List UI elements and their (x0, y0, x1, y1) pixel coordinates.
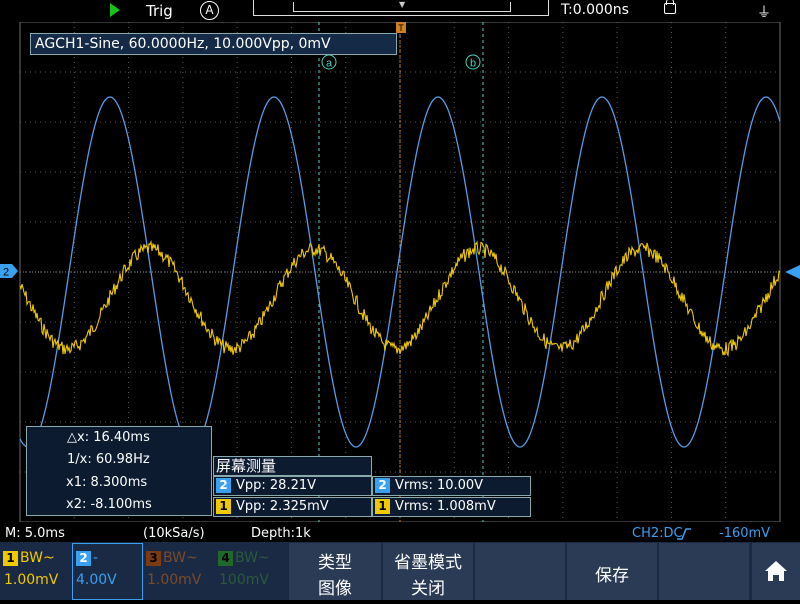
cursor-delta-x: △x: 16.40ms (67, 430, 150, 445)
trigger-source-readout[interactable]: CH2:DC (632, 526, 683, 541)
ch2-vpp-measure: 2 Vpp: 28.21V (213, 476, 372, 496)
trigger-mode-icon[interactable]: A (200, 1, 219, 20)
ch2-scale: 4.00V (76, 572, 117, 588)
ch4-coupling: BW~ (235, 550, 270, 566)
cursor-inverse-delta: 1/x: 60.98Hz (67, 452, 150, 467)
trigger-level-readout[interactable]: -160mV (719, 526, 770, 541)
ch3-coupling: BW~ (163, 550, 198, 566)
ch2-vrms-value: Vrms: 10.00V (395, 478, 484, 493)
trigger-marker-icon[interactable]: T (396, 22, 406, 33)
ch2-badge: 2 (375, 478, 390, 493)
channel-4-box[interactable]: 4 BW~ 100mV (216, 545, 286, 599)
ch1-badge: 1 (216, 499, 231, 514)
usb-icon: ⏚ (757, 5, 771, 21)
ch2-vpp-value: Vpp: 28.21V (236, 478, 317, 493)
cursor-b-marker-icon[interactable]: b (465, 54, 481, 70)
ch1-vpp-measure: 1 Vpp: 2.325mV (213, 497, 372, 517)
time-position-readout[interactable]: T:0.000ns (561, 2, 629, 18)
lock-icon[interactable] (664, 0, 676, 14)
ch1-vrms-value: Vrms: 1.008mV (395, 499, 496, 514)
ch3-scale: 1.00mV (147, 572, 202, 588)
channel-2-box[interactable]: 2- 4.00V (72, 543, 143, 600)
ink-saver-value: 关闭 (411, 579, 445, 599)
ch3-number: 3 (146, 550, 161, 566)
ch1-vrms-measure: 1 Vrms: 1.008mV (372, 497, 531, 517)
ch4-number: 4 (218, 550, 233, 566)
type-softkey[interactable]: 类型 图像 (289, 543, 381, 600)
home-button[interactable] (752, 543, 800, 600)
svg-text:T: T (398, 23, 404, 33)
ch2-coupling: - (93, 550, 99, 566)
empty-softkey-1[interactable] (475, 543, 565, 600)
timebase-readout[interactable]: M: 5.0ms (5, 526, 65, 541)
signal-generator-info: AGCH1-Sine, 60.0000Hz, 10.000Vpp, 0mV (30, 33, 397, 55)
sample-rate-readout: (10kSa/s) (143, 526, 205, 541)
trigger-label[interactable]: Trig (146, 2, 173, 20)
ch4-scale: 100mV (219, 572, 269, 588)
ch1-vpp-value: Vpp: 2.325mV (236, 499, 329, 514)
ch1-number: 1 (3, 550, 18, 566)
ink-saver-label: 省墨模式 (394, 553, 462, 573)
measure-panel-title: 屏幕测量 (213, 456, 372, 476)
channel-1-box[interactable]: 1 BW~ 1.00mV (1, 545, 71, 599)
memory-depth-readout[interactable]: Depth:1k (251, 526, 311, 541)
svg-text:2: 2 (3, 267, 9, 279)
rising-edge-icon (677, 528, 691, 540)
channel-3-box[interactable]: 3 BW~ 1.00mV (144, 545, 214, 599)
save-button-label: 保存 (595, 566, 629, 586)
ch2-number: 2 (76, 550, 91, 566)
type-softkey-label: 类型 (318, 553, 352, 573)
cursor-readout-panel: △x: 16.40ms 1/x: 60.98Hz x1: 8.300ms x2:… (26, 426, 212, 516)
play-icon[interactable] (110, 3, 120, 17)
trigger-level-marker-icon[interactable] (785, 265, 800, 279)
save-button[interactable]: 保存 (567, 543, 657, 600)
ch2-level-marker-icon[interactable]: 2 (0, 264, 18, 279)
cursor-a-marker-icon[interactable]: a (321, 54, 337, 70)
ch1-coupling: BW~ (20, 550, 55, 566)
ch2-vrms-measure: 2 Vrms: 10.00V (372, 476, 531, 496)
empty-softkey-2[interactable] (659, 543, 749, 600)
svg-text:a: a (326, 58, 333, 70)
home-icon (765, 561, 787, 581)
ink-saver-softkey[interactable]: 省墨模式 关闭 (383, 543, 473, 600)
type-softkey-value: 图像 (318, 579, 352, 599)
cursor-x2: x2: -8.100ms (66, 497, 152, 512)
ch1-scale: 1.00mV (4, 572, 59, 588)
cursor-x1: x1: 8.300ms (66, 475, 148, 490)
ch1-badge: 1 (375, 499, 390, 514)
horizontal-status-bar: M: 5.0ms (10kSa/s) Depth:1k CH2:DC -160m… (0, 524, 800, 542)
trigger-position-marker-icon: ▼ (399, 0, 406, 9)
ch2-badge: 2 (216, 478, 231, 493)
svg-text:b: b (470, 58, 476, 70)
